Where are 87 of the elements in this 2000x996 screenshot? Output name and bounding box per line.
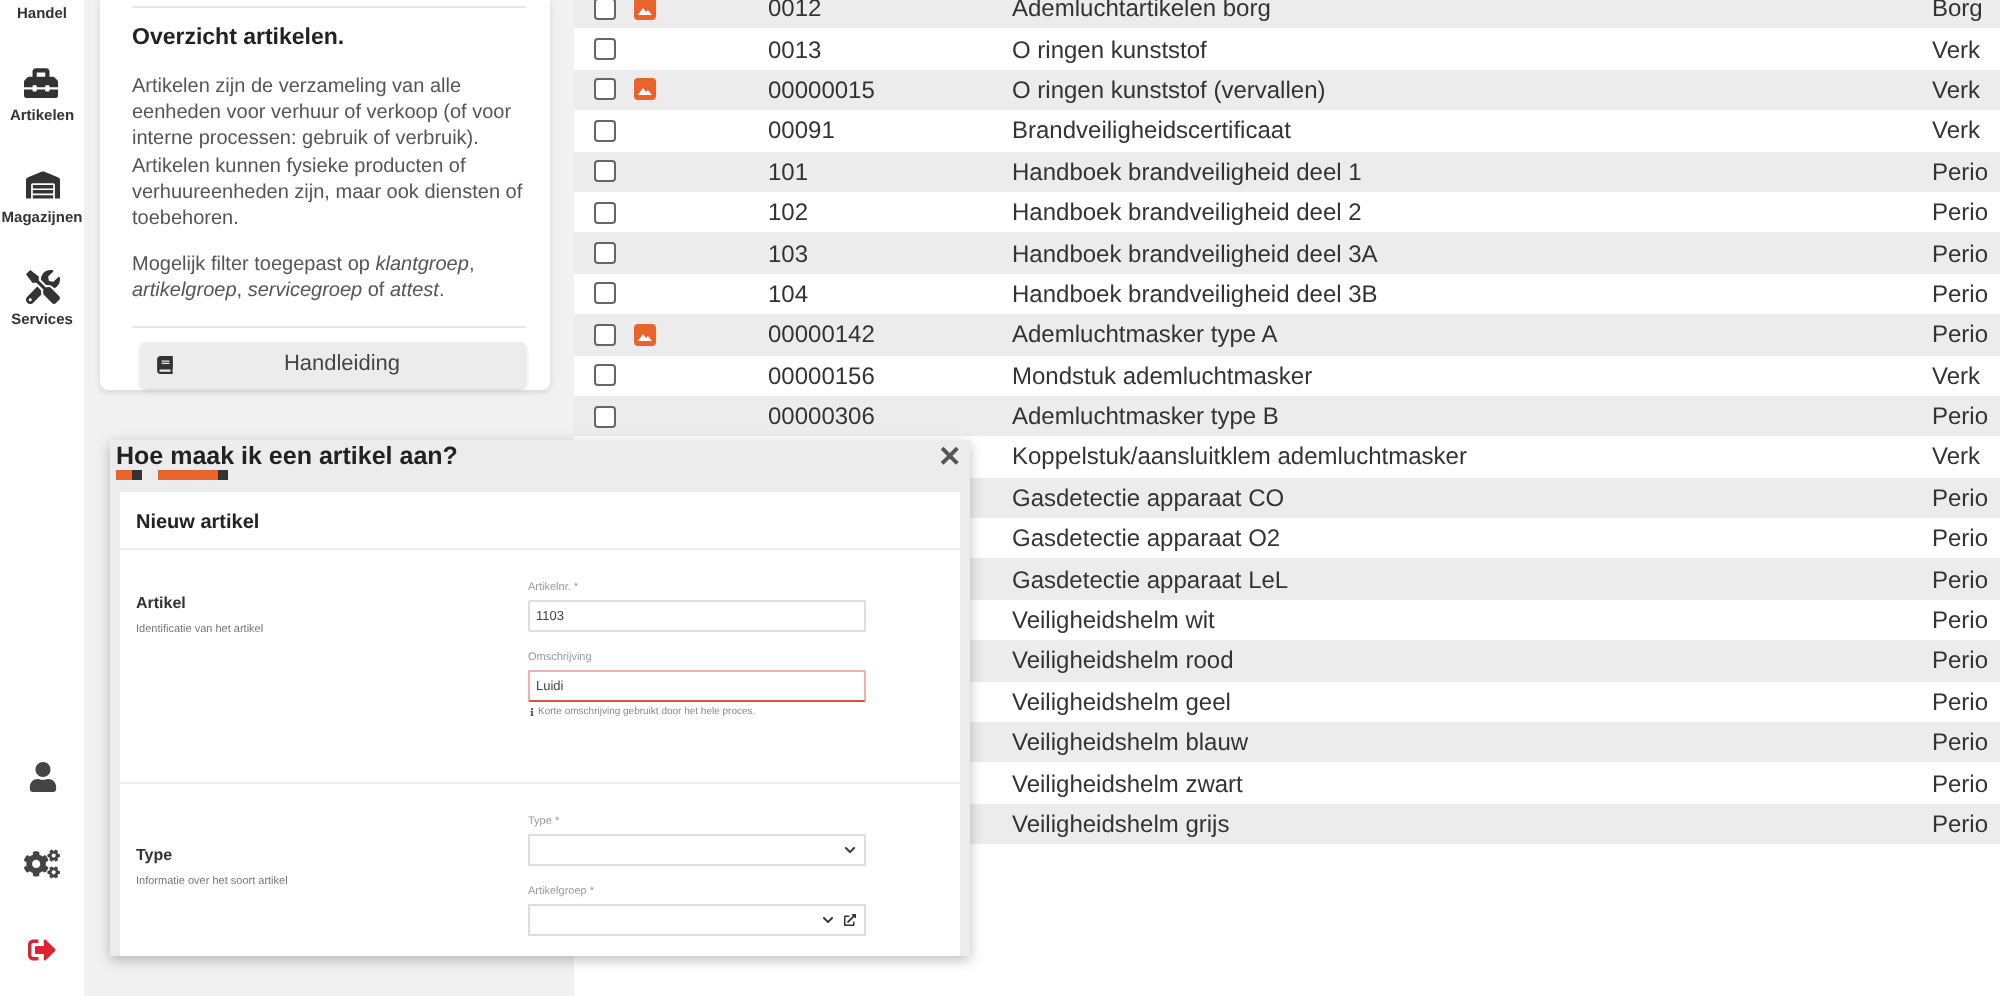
card-title: Overzicht artikelen. [132,26,347,50]
description-cell-text: Ademluchtmasker type B [1012,402,1281,431]
type-cell: Perio [1932,769,1989,798]
description-cell-text: Veiligheidshelm rood [1012,646,1236,675]
row-checkbox[interactable] [593,38,615,61]
code-cell-text: 102 [768,198,811,227]
description-cell-text: Veiligheidshelm geel [1012,687,1233,716]
row-checkbox[interactable] [593,364,615,387]
type-cell: Perio [1932,728,1989,757]
code-cell-text: 101 [768,157,811,186]
manual-button[interactable]: Handleiding [140,341,526,388]
warehouse-icon [25,168,59,202]
description-cell-text: Veiligheidshelm blauw [1012,728,1251,757]
code-cell-text: 103 [768,239,811,268]
row-checkbox[interactable] [593,0,615,20]
popup-title: Hoe maak ik een artikel aan? [116,441,458,469]
description-cell-text: O ringen kunststof (vervallen) [1012,75,1328,104]
description-cell-text: Ademluchtmasker type A [1012,320,1280,349]
type-cell: Perio [1932,483,1989,512]
type-cell: Verk [1932,442,1981,471]
code-cell-text: 00000306 [768,402,877,431]
toolbar-fragment [158,470,228,480]
book-icon [156,355,174,374]
description-cell-text: Veiligheidshelm grijs [1012,810,1232,838]
type-cell: Perio [1932,402,1989,431]
type-cell: Perio [1932,810,1989,838]
card-paragraph: Mogelijk filter toegepast op klantgroep, artikelgroep, servicegroep of attest. [132,252,477,306]
description-cell-text: Gasdetectie apparaat LeL [1012,565,1291,594]
form-title: Nieuw artikel [120,492,960,550]
type-cell: Perio [1932,606,1989,635]
type-cell: Perio [1932,198,1989,227]
type-cell: Verk [1932,35,1981,64]
type-cell: Borg [1932,0,1983,23]
type-cell: Verk [1932,361,1981,390]
description-cell-text: Veiligheidshelm wit [1012,606,1217,635]
type-cell: Perio [1932,687,1989,716]
toolbox-icon [24,66,59,100]
type-cell: Perio [1932,320,1989,349]
card-paragraph: Artikelen zijn de verzameling van alle eenheden voor verhuur of verkoop (of voor interne processen: gebruik of verbruik). Artikelen kunnen fysieke producten of verhuureenheden zijn, maar ook diensten of toebehoren. [132,74,525,233]
description-cell-text: Handboek brandveiligheid deel 3B [1012,279,1380,308]
code-cell-text: 00000015 [768,75,877,104]
row-checkbox[interactable] [593,242,615,265]
type-cell: Perio [1932,524,1989,553]
type-cell: Verk [1932,75,1981,104]
row-checkbox[interactable] [593,119,615,142]
row-checkbox[interactable] [593,160,615,183]
row-checkbox[interactable] [593,405,615,428]
select-field[interactable] [528,834,866,866]
chevron-icon [844,844,856,856]
description-cell-text: O ringen kunststof [1012,35,1209,64]
description-cell-text: Koppelstuk/aansluitklem ademluchtmasker [1012,442,1469,471]
row-checkbox[interactable] [593,282,615,305]
code-cell-text: 0013 [768,35,824,64]
code-cell-text: 00091 [768,116,837,145]
link-icon[interactable] [844,914,856,926]
description-cell-text: Veiligheidshelm zwart [1012,769,1245,798]
user-icon[interactable] [27,762,57,792]
type-cell: Perio [1932,646,1989,675]
description-cell-text: Gasdetectie apparaat CO [1012,483,1287,512]
code-cell-text: 0012 [768,0,824,23]
code-cell-text: 00000142 [768,320,877,349]
type-cell: Verk [1932,116,1981,145]
code-cell-text: 00000156 [768,361,877,390]
chevron-icon [822,914,834,926]
row-checkbox[interactable] [593,78,615,101]
description-cell-text: Brandveiligheidscertificaat [1012,116,1293,145]
section-title: Type [136,846,175,864]
type-cell: Perio [1932,279,1989,308]
toolbar-fragment [116,470,142,480]
row-checkbox[interactable] [593,323,615,346]
select-field[interactable] [528,904,866,936]
settings-icon[interactable] [24,846,60,882]
logout-icon[interactable] [28,936,56,964]
description-cell-text: Handboek brandveiligheid deel 3A [1012,239,1380,268]
close-button[interactable]: ✕ [938,441,962,469]
type-cell: Perio [1932,239,1989,268]
section-title: Artikel [136,594,188,612]
description-cell-text: Handboek brandveiligheid deel 2 [1012,198,1364,227]
info-icon [528,708,536,716]
type-cell: Perio [1932,565,1989,594]
description-cell-text: Handboek brandveiligheid deel 1 [1012,157,1364,186]
type-cell: Perio [1932,157,1989,186]
description-cell-text: Mondstuk ademluchtmasker [1012,361,1315,390]
row-checkbox[interactable] [593,201,615,224]
description-cell-text: Gasdetectie apparaat O2 [1012,524,1283,553]
code-cell-text: 104 [768,279,811,308]
tools-icon [25,270,59,304]
